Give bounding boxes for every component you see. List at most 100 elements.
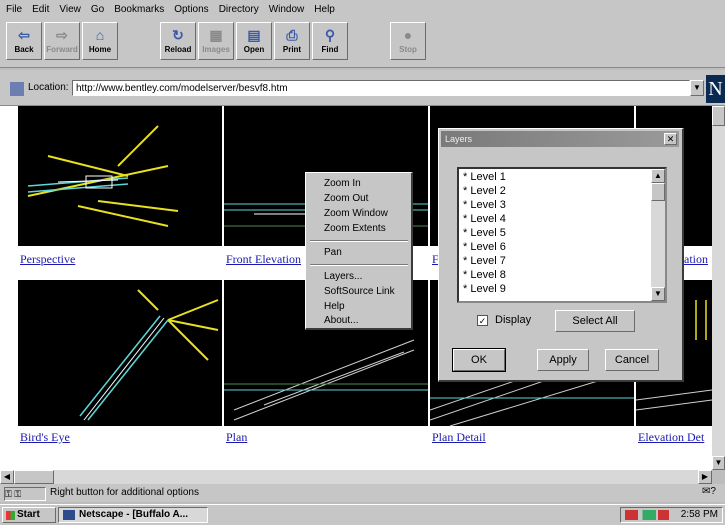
hscroll-thumb[interactable] (14, 470, 54, 484)
home-label: Home (88, 45, 112, 54)
home-icon: ⌂ (95, 27, 105, 43)
dialog-title: Layers (445, 134, 473, 144)
menu-bookmarks[interactable]: Bookmarks (114, 4, 164, 15)
menu-item-pan[interactable]: Pan (324, 247, 342, 258)
print-label: Print (282, 45, 302, 54)
dialog-title-bar[interactable]: Layers ✕ (441, 131, 679, 147)
view-link-front-elevation[interactable]: Front Elevation (226, 252, 301, 267)
arrow-left-icon: ◀ (3, 472, 11, 481)
page-bookmark-icon[interactable] (10, 82, 24, 96)
menu-file[interactable]: File (6, 4, 22, 15)
context-menu: Zoom In Zoom Out Zoom Window Zoom Extent… (305, 172, 413, 330)
list-item[interactable]: * Level 7 (463, 255, 506, 267)
open-icon: ▤ (247, 27, 261, 43)
list-item[interactable]: * Level 4 (463, 213, 506, 225)
scroll-down-button[interactable]: ▼ (651, 287, 665, 301)
menu-help[interactable]: Help (314, 4, 335, 15)
netscape-app-icon (63, 510, 75, 520)
scroll-up-button[interactable]: ▲ (651, 169, 665, 183)
menu-window[interactable]: Window (269, 4, 305, 15)
menu-edit[interactable]: Edit (32, 4, 49, 15)
layer-list-scrollbar[interactable]: ▲ ▼ (651, 169, 665, 301)
layers-dialog: Layers ✕ * Level 1 * Level 2 * Level 3 *… (438, 128, 684, 382)
scroll-down-button[interactable]: ▼ (712, 456, 725, 470)
start-button[interactable]: Start (2, 507, 56, 523)
find-label: Find (321, 45, 339, 54)
menu-item-zoom-out[interactable]: Zoom Out (324, 193, 368, 204)
forward-label: Forward (46, 45, 78, 54)
arrow-up-icon: ▲ (654, 171, 662, 180)
horizontal-scrollbar[interactable]: ◀ ▶ (0, 470, 712, 484)
location-bar: Location: http://www.bentley.com/modelse… (0, 70, 725, 106)
open-button[interactable]: ▤ Open (236, 22, 272, 60)
close-button[interactable]: ✕ (664, 133, 677, 145)
home-button[interactable]: ⌂ Home (82, 22, 118, 60)
menu-item-zoom-in[interactable]: Zoom In (324, 178, 361, 189)
menu-bar: File Edit View Go Bookmarks Options Dire… (0, 0, 725, 18)
view-link-plan-detail[interactable]: Plan Detail (432, 430, 486, 445)
view-cell: Perspective (18, 106, 222, 278)
clock: 2:58 PM (680, 509, 718, 520)
images-label: Images (202, 45, 230, 54)
scroll-right-button[interactable]: ▶ (698, 470, 712, 484)
select-all-button[interactable]: Select All (555, 310, 635, 332)
back-button[interactable]: ⇦ Back (6, 22, 42, 60)
view-link-perspective[interactable]: Perspective (20, 252, 75, 267)
ok-button[interactable]: OK (452, 348, 506, 372)
system-tray: 2:58 PM (620, 507, 723, 523)
list-item[interactable]: * Level 8 (463, 269, 506, 281)
birds-eye-view-image[interactable] (18, 280, 222, 426)
menu-item-layers[interactable]: Layers... (324, 271, 362, 282)
find-button[interactable]: ⚲ Find (312, 22, 348, 60)
stop-button[interactable]: ● Stop (390, 22, 426, 60)
view-link-elevation-detail[interactable]: Elevation Det (638, 430, 704, 445)
status-bar: ⚿ ⚿ Right button for additional options … (0, 484, 725, 502)
forward-button[interactable]: ⇨ Forward (44, 22, 80, 60)
print-icon: ⎙ (286, 27, 298, 43)
status-text: Right button for additional options (50, 487, 199, 498)
scroll-thumb[interactable] (712, 106, 725, 126)
menu-item-zoom-window[interactable]: Zoom Window (324, 208, 388, 219)
checkmark-icon: ✓ (478, 316, 487, 326)
cancel-button[interactable]: Cancel (605, 349, 659, 371)
list-item[interactable]: * Level 5 (463, 227, 506, 239)
mail-icon[interactable]: ✉? (698, 486, 720, 500)
list-item[interactable]: * Level 9 (463, 283, 506, 295)
apply-button[interactable]: Apply (537, 349, 589, 371)
perspective-view-image[interactable] (18, 106, 222, 246)
list-item[interactable]: * Level 3 (463, 199, 506, 211)
menu-view[interactable]: View (59, 4, 81, 15)
vertical-scrollbar[interactable]: ▼ (712, 106, 725, 470)
location-input[interactable]: http://www.bentley.com/modelserver/besvf… (72, 80, 690, 96)
menu-item-help[interactable]: Help (324, 301, 345, 312)
list-item[interactable]: * Level 6 (463, 241, 506, 253)
location-label: Location: (28, 82, 69, 93)
list-item[interactable]: * Level 2 (463, 185, 506, 197)
menu-go[interactable]: Go (91, 4, 104, 15)
list-item[interactable]: * Level 1 (463, 171, 506, 183)
menu-directory[interactable]: Directory (219, 4, 259, 15)
forward-arrow-icon: ⇨ (56, 27, 68, 43)
stop-icon: ● (403, 27, 413, 43)
menu-item-zoom-extents[interactable]: Zoom Extents (324, 223, 386, 234)
menu-item-about[interactable]: About... (324, 315, 358, 326)
display-checkbox[interactable]: ✓ (477, 315, 488, 326)
view-link-plan[interactable]: Plan (226, 430, 247, 445)
scroll-left-button[interactable]: ◀ (0, 470, 14, 484)
location-dropdown-button[interactable]: ▼ (690, 80, 704, 96)
menu-separator (310, 240, 408, 242)
chevron-down-icon: ▼ (693, 83, 701, 92)
tray-icons[interactable] (625, 510, 669, 520)
print-button[interactable]: ⎙ Print (274, 22, 310, 60)
menu-options[interactable]: Options (174, 4, 208, 15)
images-button[interactable]: ▦ Images (198, 22, 234, 60)
taskbar-item-label: Netscape - [Buffalo A... (79, 509, 189, 520)
view-link-elevation[interactable]: ration (680, 252, 708, 267)
netscape-logo: N (706, 75, 725, 103)
reload-button[interactable]: ↻ Reload (160, 22, 196, 60)
view-link-birds-eye[interactable]: Bird's Eye (20, 430, 70, 445)
layer-list[interactable]: * Level 1 * Level 2 * Level 3 * Level 4 … (457, 167, 667, 303)
menu-item-softsource-link[interactable]: SoftSource Link (324, 286, 395, 297)
taskbar-item-netscape[interactable]: Netscape - [Buffalo A... (58, 507, 208, 523)
layer-scroll-thumb[interactable] (651, 183, 665, 201)
